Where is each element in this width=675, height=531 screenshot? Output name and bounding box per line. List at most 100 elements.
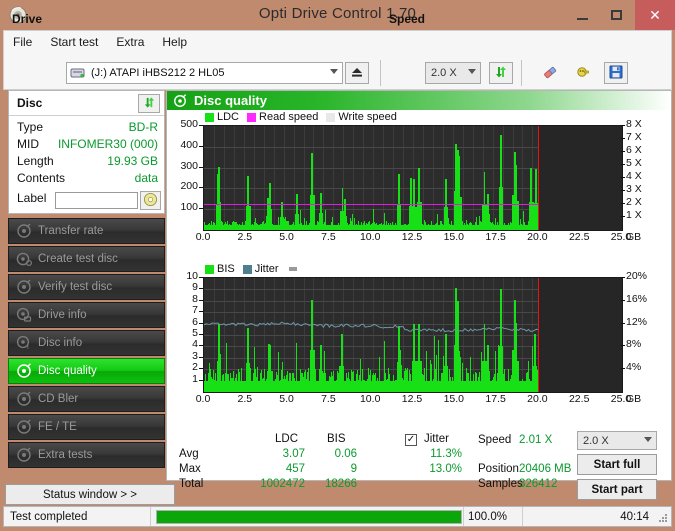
axis-tick-label-right: 8 X	[626, 118, 642, 130]
nav-list: Transfer rate Create test disc Verify te…	[8, 218, 165, 470]
sidebar-item-cd-bler[interactable]: CD Bler	[8, 386, 165, 412]
legend-swatch	[326, 112, 336, 122]
axis-tick-label-right: 1 X	[626, 209, 642, 221]
status-divider-3	[522, 507, 523, 526]
axis-tick-label-x: 10.0	[359, 393, 381, 405]
axis-tick-left	[199, 146, 203, 147]
speed-select[interactable]: 2.0 X	[425, 62, 481, 84]
ldc-chart: LDC Read speed Write speed 100 200 300 400 500…	[167, 111, 671, 251]
refresh-button[interactable]	[489, 62, 513, 84]
axis-label-x: GB	[626, 231, 642, 243]
axis-tick-label-x: 5.0	[279, 393, 294, 405]
save-button[interactable]	[604, 62, 628, 84]
refresh-icon	[143, 96, 156, 112]
sidebar-item-verify-test-disc[interactable]: Verify test disc	[8, 274, 165, 300]
legend-marker-scale	[288, 267, 297, 271]
plug-icon	[574, 64, 590, 83]
axis-tick-left	[199, 167, 203, 168]
axis-tick-right	[621, 368, 625, 369]
axis-tick-label-x: 20.0	[527, 231, 548, 243]
test-speed-value: 2.0 X	[583, 434, 609, 447]
legend-swatch	[205, 264, 214, 274]
menu-item-file[interactable]: File	[4, 33, 41, 51]
menu-item-help[interactable]: Help	[153, 33, 196, 51]
sidebar-item-fe-te[interactable]: FE / TE	[8, 414, 165, 440]
samples-label: Samples	[478, 478, 523, 490]
disc-key-length: Length	[17, 154, 54, 168]
eject-button[interactable]	[345, 62, 369, 84]
toolbar-separator-1	[380, 60, 381, 86]
progress-fill	[157, 511, 461, 523]
progress-bar	[156, 510, 462, 524]
speed-value: 2.0 X	[431, 67, 457, 79]
sidebar-item-drive-info[interactable]: Drive info	[8, 302, 165, 328]
grid-line-vertical	[353, 126, 354, 230]
sidebar-label: Disc info	[38, 337, 83, 349]
label-input[interactable]	[55, 192, 138, 209]
axis-tick-label-left: 2	[192, 361, 198, 374]
position-label: Position	[478, 463, 519, 475]
refresh-icon	[494, 65, 508, 82]
ldc-legend: LDC Read speed Write speed	[205, 111, 405, 123]
menu-item-start-test[interactable]: Start test	[41, 33, 107, 51]
drive-icon	[16, 307, 32, 323]
start-part-button[interactable]: Start part	[577, 479, 657, 500]
main-content: Disc quality LDC Read speed Write speed 10…	[166, 90, 672, 500]
drive-select[interactable]: (J:) ATAPI iHBS212 2 HL05	[66, 62, 343, 84]
axis-tick-label-right: 20%	[626, 270, 648, 282]
status-window-button[interactable]: Status window > >	[5, 484, 175, 505]
sidebar-item-disc-quality[interactable]: Disc quality	[8, 358, 165, 384]
axis-tick-label-left: 9	[192, 281, 198, 294]
legend-label: Write speed	[338, 111, 397, 123]
jitter-label: Jitter	[424, 433, 449, 445]
disc-plus-icon	[16, 251, 33, 267]
disc-value-length: 19.93 GB	[107, 154, 158, 168]
sidebar-item-create-test-disc[interactable]: Create test disc	[8, 246, 165, 272]
axis-tick-right	[621, 277, 625, 278]
grid-line-vertical	[224, 126, 225, 230]
sidebar-label: Transfer rate	[38, 225, 104, 237]
sidebar-label: Create test disc	[38, 253, 118, 265]
disc-icon	[143, 192, 158, 210]
axis-tick-label-left: 100	[180, 201, 198, 214]
bis-plot-area	[203, 277, 623, 393]
post-scan-region	[539, 278, 622, 392]
start-full-button[interactable]: Start full	[577, 454, 657, 475]
axis-tick-label-left: 7	[192, 304, 198, 317]
axis-tick-label-x: 10.0	[359, 231, 381, 243]
sidebar-item-extra-tests[interactable]: Extra tests	[8, 442, 165, 468]
disc-row-length: Length 19.93 GB	[9, 154, 164, 171]
axis-tick-label-x: 7.5	[321, 231, 336, 243]
grid-line-vertical	[433, 126, 434, 230]
minimize-button[interactable]	[563, 0, 601, 30]
axis-tick-left	[199, 208, 203, 209]
maximize-button[interactable]	[597, 0, 635, 30]
test-speed-select[interactable]: 2.0 X	[577, 431, 657, 450]
bis-legend: BIS Jitter	[205, 263, 297, 275]
speed-stat-label: Speed	[478, 434, 512, 446]
disc-key-type: Type	[17, 120, 44, 134]
close-button[interactable]: ✕	[635, 0, 675, 30]
label-read-button[interactable]	[140, 191, 161, 210]
axis-tick-label-x: 2.5	[237, 231, 253, 243]
axis-tick-right	[621, 323, 625, 324]
disc-key-mid: MID	[17, 137, 39, 151]
jitter-checkbox[interactable]: ✓	[405, 434, 417, 446]
axis-tick-label-x: 17.5	[485, 393, 506, 405]
disc-value-mid: INFOMER30 (000)	[57, 137, 158, 151]
settings-button[interactable]	[570, 62, 594, 84]
disc-refresh-button[interactable]	[138, 94, 160, 113]
erase-button[interactable]	[538, 62, 562, 84]
resize-grip[interactable]	[658, 514, 668, 524]
sidebar-item-disc-info[interactable]: i Disc info	[8, 330, 165, 356]
status-divider-2	[463, 507, 464, 526]
sidebar-item-transfer-rate[interactable]: Transfer rate	[8, 218, 165, 244]
axis-tick-label-left: 400	[180, 138, 198, 151]
grid-line-vertical	[254, 126, 255, 230]
ldc-plot-area	[203, 125, 623, 231]
menu-item-extra[interactable]: Extra	[107, 33, 153, 51]
disc-icon	[173, 93, 187, 108]
axis-tick-label-right: 2 X	[626, 196, 642, 208]
axis-tick-label-left: 4	[192, 338, 198, 351]
sidebar-label: Extra tests	[38, 449, 93, 461]
